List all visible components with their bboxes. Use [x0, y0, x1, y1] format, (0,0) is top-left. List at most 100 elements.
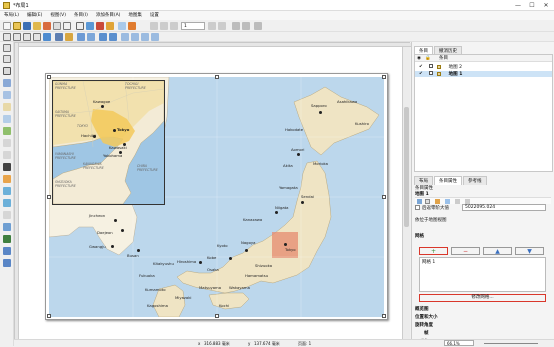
resize-icon[interactable] [141, 33, 149, 41]
add-marker-icon[interactable] [3, 199, 11, 207]
menu-view[interactable]: 视图(V) [46, 11, 70, 18]
add-arrow-icon[interactable] [3, 211, 11, 219]
next-feature-icon[interactable] [208, 22, 216, 30]
pan-icon[interactable] [3, 44, 11, 52]
layers-icon[interactable] [435, 199, 440, 204]
layout-canvas[interactable]: Jincheon Daejeon Gwangju Busan Fukuoka K… [14, 42, 411, 341]
filter-icon[interactable] [417, 199, 422, 204]
duplicate-icon[interactable] [33, 22, 41, 30]
menu-edit[interactable]: 编辑(E) [23, 11, 46, 18]
item-props-icon[interactable] [425, 199, 430, 204]
menu-settings[interactable]: 设置 [146, 11, 163, 18]
add-map-icon[interactable] [3, 103, 11, 111]
add-picture-icon[interactable] [3, 127, 11, 135]
menu-item[interactable]: 条目(I) [70, 11, 92, 18]
maximize-button[interactable]: ☐ [526, 1, 538, 10]
atlas-scale-input[interactable]: 5022095.024 [462, 204, 546, 211]
align-bottom-icon[interactable] [151, 33, 159, 41]
move-grid-up-button[interactable]: ▲ [483, 247, 512, 255]
distribute-icon[interactable] [131, 33, 139, 41]
undo-icon[interactable] [118, 22, 126, 30]
select-tool-icon[interactable] [3, 67, 11, 75]
zoom-full-icon[interactable] [23, 33, 31, 41]
map-item-1[interactable]: Jincheon Daejeon Gwangju Busan Fukuoka K… [49, 77, 384, 317]
minimize-button[interactable]: — [512, 1, 524, 10]
atlas-print-icon[interactable] [232, 22, 240, 30]
frame-section-header[interactable]: 帧 [424, 330, 429, 336]
edit-nodes-icon[interactable] [3, 91, 11, 99]
lock-items-icon[interactable] [55, 33, 63, 41]
resize-handle[interactable] [382, 195, 386, 199]
atlas-settings-icon[interactable] [254, 22, 262, 30]
ungroup-icon[interactable] [87, 33, 95, 41]
visible-checkmark[interactable]: ✔ [419, 72, 423, 77]
move-content-icon[interactable] [3, 79, 11, 87]
add-north-arrow-icon[interactable] [3, 175, 11, 183]
raise-icon[interactable] [99, 33, 107, 41]
prev-feature-icon[interactable] [170, 22, 178, 30]
open-icon[interactable] [13, 22, 21, 30]
lock-checkbox[interactable] [429, 64, 434, 68]
first-feature-icon[interactable] [160, 22, 168, 30]
modify-grid-button[interactable]: 修改网格... [419, 294, 546, 302]
atlas-checkbox[interactable] [415, 205, 420, 210]
align-left-icon[interactable] [121, 33, 129, 41]
add-grid-button[interactable]: + [419, 247, 448, 255]
resize-handle[interactable] [382, 75, 386, 79]
snap-section-toggle[interactable]: 依位于地图视图 [415, 217, 447, 223]
add-3d-map-icon[interactable] [3, 115, 11, 123]
bookmark-icon[interactable] [455, 199, 460, 204]
print-icon[interactable] [76, 22, 84, 30]
add-label-icon[interactable] [3, 139, 11, 147]
atlas-export-icon[interactable] [242, 22, 250, 30]
zoom-input[interactable]: 66.1% [444, 340, 474, 346]
export-image-icon[interactable] [86, 22, 94, 30]
visible-checkmark[interactable]: ✔ [419, 65, 423, 70]
redo-icon[interactable] [128, 22, 136, 30]
map-item-2[interactable]: GUNMA PREFECTURE TOCHIGI PREFECTURE SAIT… [52, 80, 165, 205]
layer-row-map-2[interactable]: ✔ 地图 2 [419, 64, 462, 70]
export-pdf-icon[interactable] [96, 22, 104, 30]
zoom-actual-icon[interactable] [33, 33, 41, 41]
remove-grid-button[interactable]: − [451, 247, 480, 255]
lower-icon[interactable] [109, 33, 117, 41]
rotation-section-header[interactable]: 旋转角度 [415, 322, 433, 328]
resize-handle[interactable] [215, 314, 219, 318]
templates-icon[interactable] [63, 22, 71, 30]
resize-handle[interactable] [382, 314, 386, 318]
menu-atlas[interactable]: 地图集 [124, 11, 146, 18]
grid-section-header[interactable]: 网格 [415, 233, 424, 239]
save-icon[interactable] [23, 22, 31, 30]
last-feature-icon[interactable] [218, 22, 226, 30]
grid-list-item[interactable]: 网格 1 [422, 259, 435, 265]
vertical-scrollbar[interactable] [402, 47, 410, 340]
zoom-slider[interactable] [484, 343, 538, 344]
add-node-item-icon[interactable] [3, 223, 11, 231]
zoom-tool-icon[interactable] [3, 55, 11, 63]
tab-guides[interactable]: 参考线 [463, 176, 487, 185]
refresh-icon[interactable] [43, 33, 51, 41]
resize-handle[interactable] [47, 75, 51, 79]
scrollbar-thumb[interactable] [404, 107, 409, 227]
group-icon[interactable] [77, 33, 85, 41]
add-scalebar-icon[interactable] [3, 163, 11, 171]
layer-row-map-1[interactable]: ✔ 地图 1 [415, 71, 552, 77]
tab-layout[interactable]: 布局 [414, 176, 433, 185]
resize-handle[interactable] [215, 75, 219, 79]
move-grid-down-button[interactable]: ▼ [515, 247, 544, 255]
page-number-input[interactable]: 1 [181, 22, 205, 30]
new-layout-icon[interactable] [3, 22, 11, 30]
add-attribute-table-icon[interactable] [3, 247, 11, 255]
extent-icon[interactable] [445, 199, 450, 204]
resize-handle[interactable] [47, 195, 51, 199]
resize-handle[interactable] [47, 314, 51, 318]
tab-item-properties[interactable]: 条目属性 [434, 176, 462, 185]
export-svg-icon[interactable] [106, 22, 114, 30]
add-html-icon[interactable] [3, 235, 11, 243]
zoom-in-icon[interactable] [3, 33, 11, 41]
atlas-preview-icon[interactable] [150, 22, 158, 30]
zoom-out-icon[interactable] [13, 33, 21, 41]
unlock-items-icon[interactable] [65, 33, 73, 41]
menu-add-item[interactable]: 添加条目(A) [92, 11, 125, 18]
lock-checkbox[interactable] [429, 71, 434, 75]
